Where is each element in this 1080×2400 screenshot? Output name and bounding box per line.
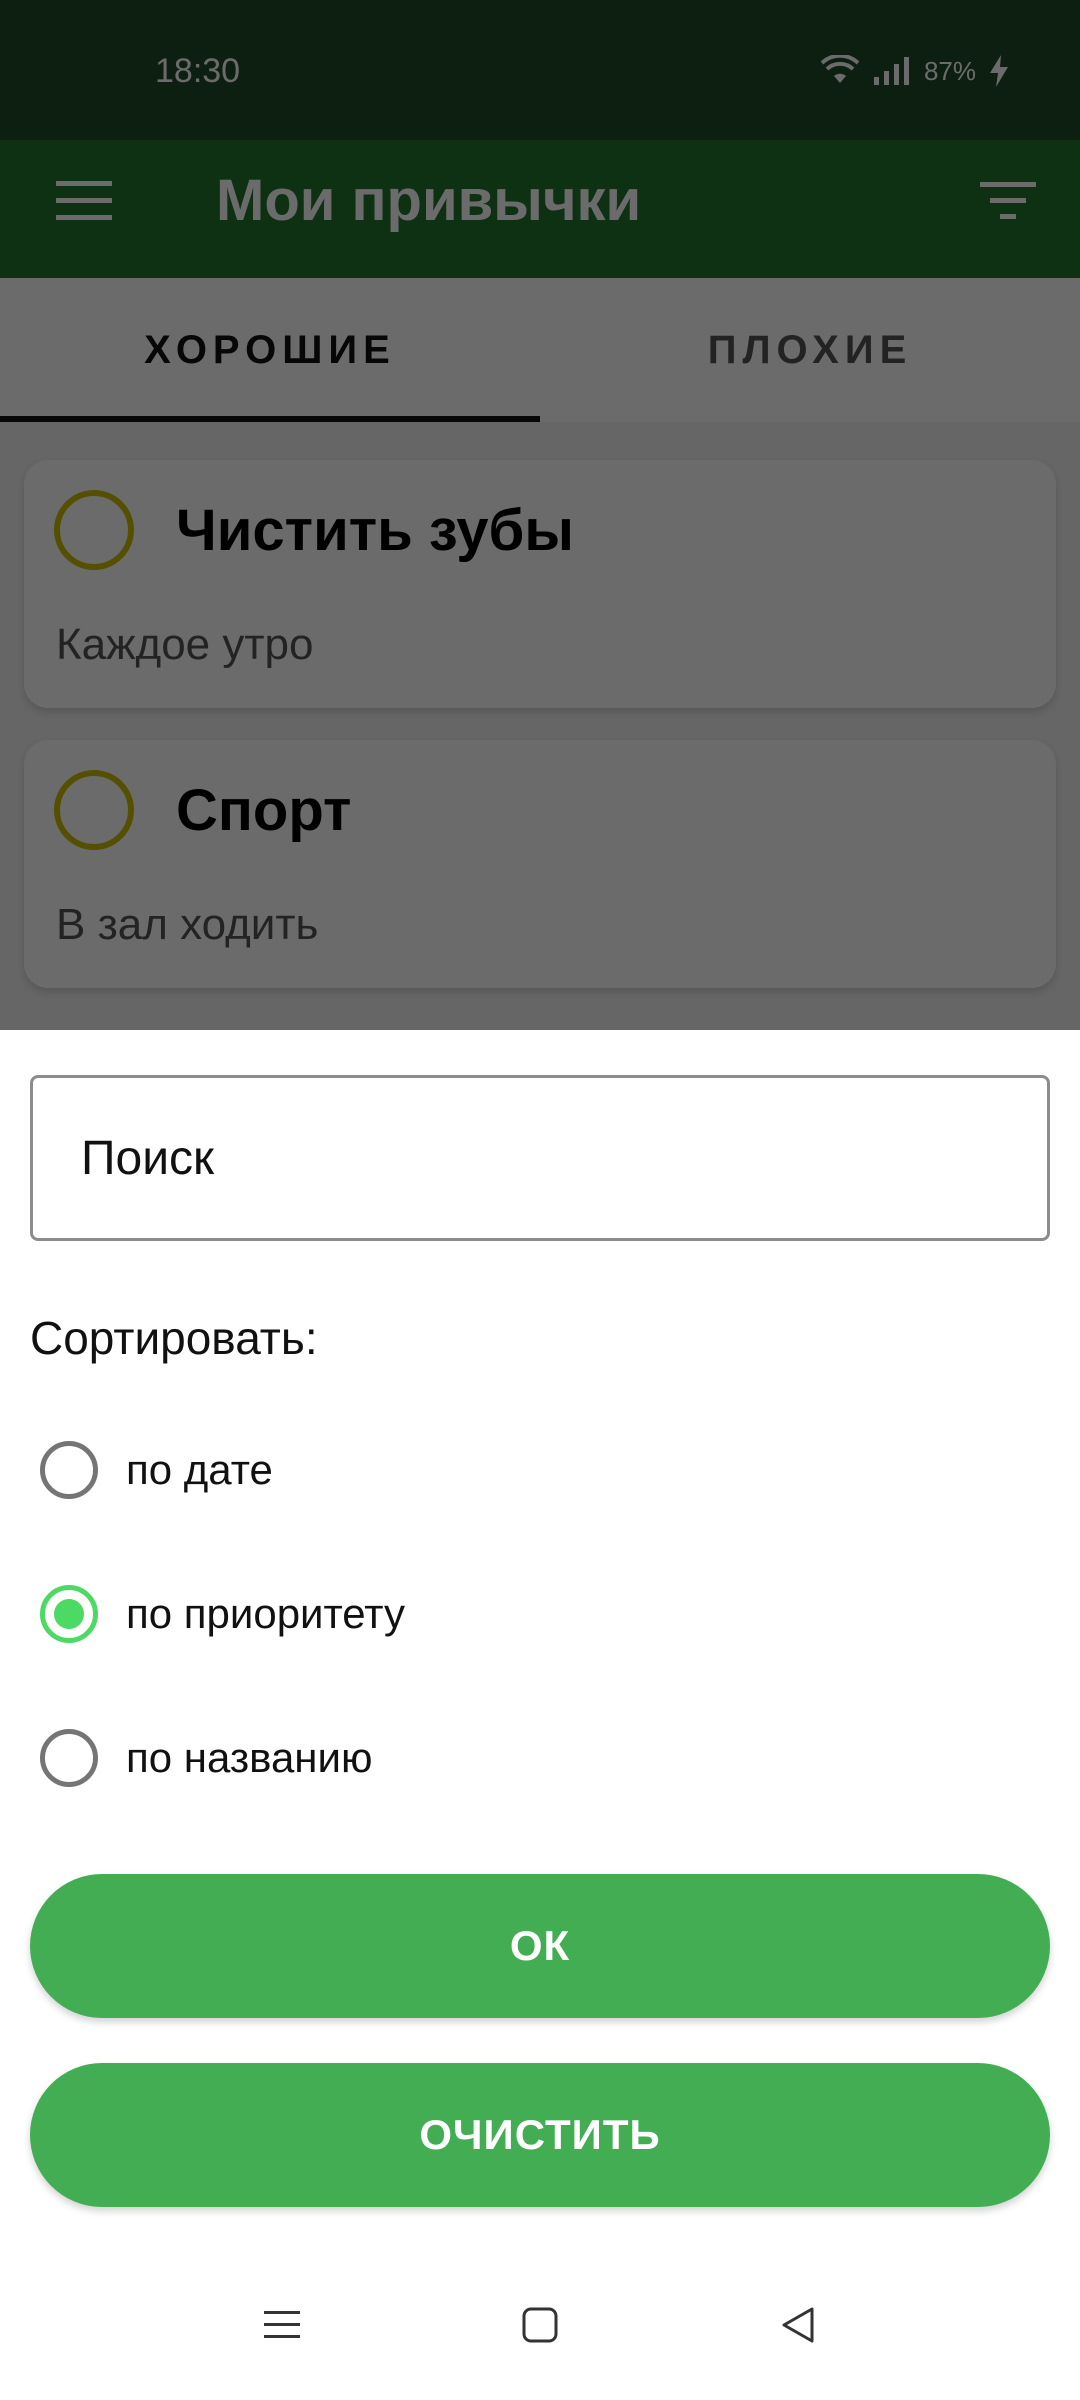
sort-label: Сортировать: xyxy=(30,1312,318,1364)
signal-icon xyxy=(872,55,912,87)
radio-checked-icon[interactable] xyxy=(40,1585,98,1643)
home-icon xyxy=(522,2307,558,2343)
status-time: 18:30 xyxy=(155,52,241,90)
search-field[interactable] xyxy=(30,1075,1050,1241)
sort-option-date[interactable]: по дате xyxy=(40,1430,273,1510)
status-icons: 87% xyxy=(820,50,1010,92)
clear-button[interactable]: ОЧИСТИТЬ xyxy=(30,2063,1050,2207)
tab-bad-habits[interactable]: ПЛОХИЕ xyxy=(540,278,1080,422)
app-title: Мои привычки xyxy=(216,168,642,233)
habit-card[interactable]: Чистить зубы Каждое утро xyxy=(24,460,1056,708)
habit-status-circle[interactable] xyxy=(54,490,134,570)
filter-bottom-sheet: Сортировать: по дате по приоритету по на… xyxy=(0,1030,1080,2400)
menu-button[interactable] xyxy=(48,165,120,237)
sort-option-priority[interactable]: по приоритету xyxy=(40,1574,405,1654)
ok-button[interactable]: ОК xyxy=(30,1874,1050,2018)
wifi-icon xyxy=(820,55,860,87)
recents-icon xyxy=(264,2311,300,2338)
radio-unchecked-icon[interactable] xyxy=(40,1441,98,1499)
tab-label: ПЛОХИЕ xyxy=(707,327,913,372)
sort-option-name[interactable]: по названию xyxy=(40,1718,372,1798)
status-bar: 18:30 87% xyxy=(0,0,1080,140)
sort-option-label: по дате xyxy=(126,1446,273,1493)
radio-dot xyxy=(54,1599,84,1629)
filter-button[interactable] xyxy=(972,165,1044,237)
hamburger-menu-icon xyxy=(56,181,112,220)
battery-level: 87% xyxy=(923,55,976,86)
filter-icon xyxy=(980,182,1036,219)
battery-charging-icon xyxy=(988,54,1010,88)
habit-list: Чистить зубы Каждое утро Спорт В зал ход… xyxy=(0,422,1080,1030)
habit-tabs: ХОРОШИЕ ПЛОХИЕ xyxy=(0,278,1080,422)
recents-button[interactable] xyxy=(252,2295,312,2355)
app-bar: Мои привычки xyxy=(0,140,1080,278)
search-input[interactable] xyxy=(33,1078,1047,1238)
sort-option-label: по названию xyxy=(126,1734,373,1781)
habit-description: Каждое утро xyxy=(56,620,314,669)
habit-card[interactable]: Спорт В зал ходить xyxy=(24,740,1056,988)
radio-unchecked-icon[interactable] xyxy=(40,1729,98,1787)
habit-title: Спорт xyxy=(176,778,352,843)
habit-description: В зал ходить xyxy=(56,900,319,949)
habit-status-circle[interactable] xyxy=(54,770,134,850)
back-icon xyxy=(782,2307,814,2343)
tab-good-habits[interactable]: ХОРОШИЕ xyxy=(0,278,540,422)
back-button[interactable] xyxy=(768,2295,828,2355)
home-button[interactable] xyxy=(510,2295,570,2355)
system-nav-bar xyxy=(0,2260,1080,2400)
tab-label: ХОРОШИЕ xyxy=(144,327,396,372)
habit-title: Чистить зубы xyxy=(176,498,574,563)
sort-option-label: по приоритету xyxy=(126,1590,405,1637)
